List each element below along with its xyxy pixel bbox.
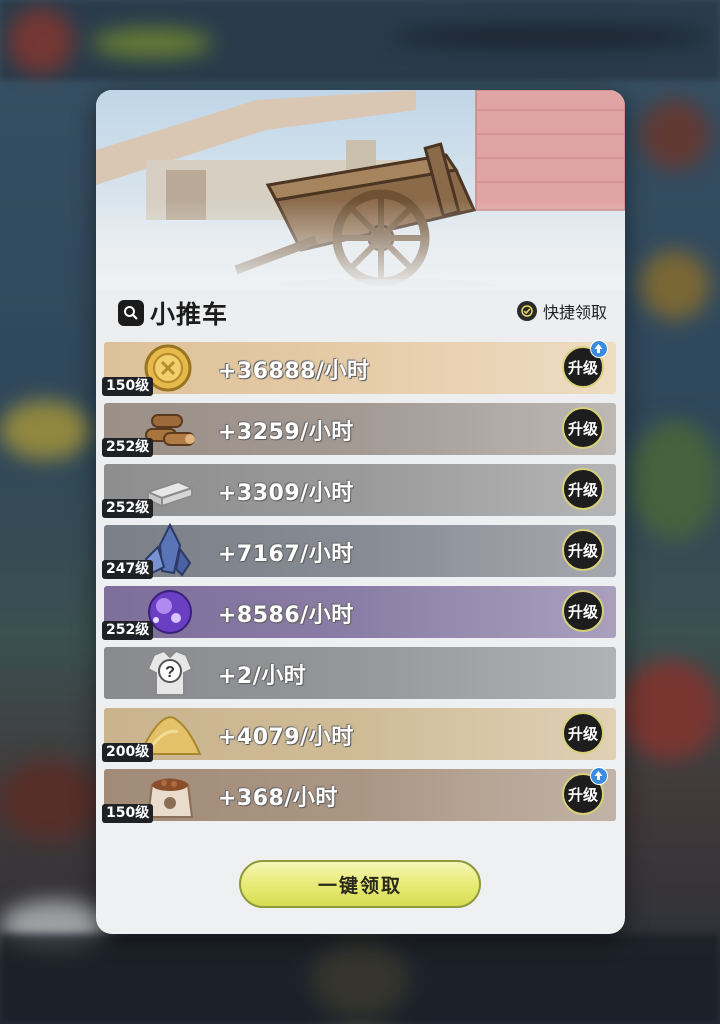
upgrade-button[interactable]: 升级 xyxy=(562,590,604,632)
panel-title: 小推车 xyxy=(118,295,228,331)
upgrade-label: 升级 xyxy=(567,602,598,621)
mystery-armor-icon: ? xyxy=(134,645,204,701)
resource-rate: +368/小时 xyxy=(218,786,338,811)
resource-list: 150级 +36888/小时 升级 252级 +3259/小时 升级 252级 +3309/小… xyxy=(102,340,616,830)
resource-rate: +3309/小时 xyxy=(218,481,354,506)
upgrade-button[interactable]: 升级 xyxy=(562,407,604,449)
resource-row: 150级 +368/小时 升级 xyxy=(102,767,616,823)
resource-rate: +8586/小时 xyxy=(218,603,354,628)
resource-rate: +4079/小时 xyxy=(218,725,354,750)
resource-row: 247级 +7167/小时 升级 xyxy=(102,522,616,579)
upgrade-available-icon xyxy=(590,767,608,785)
resource-level-badge: 247级 xyxy=(102,560,154,579)
panel-title-text: 小推车 xyxy=(150,300,229,329)
resource-row: ? +2/小时 xyxy=(104,647,616,699)
resource-level-badge: 252级 xyxy=(102,499,154,518)
upgrade-label: 升级 xyxy=(567,724,598,743)
cart-panel: 小推车 快捷领取 150级 +36888/小时 升级 252级 +3259/小时 升级 25… xyxy=(96,90,625,934)
resource-row: 150级 +36888/小时 升级 xyxy=(102,340,616,396)
resource-level-badge: 252级 xyxy=(102,438,154,457)
upgrade-available-icon xyxy=(590,340,608,358)
resource-row: 252级 +3309/小时 升级 xyxy=(102,464,616,518)
upgrade-button[interactable]: 升级 xyxy=(562,529,604,571)
quick-claim-label: 快捷领取 xyxy=(542,303,607,322)
resource-rate: +7167/小时 xyxy=(218,542,354,567)
upgrade-label: 升级 xyxy=(567,419,598,438)
resource-level-badge: 200级 xyxy=(102,743,154,762)
resource-rate: +2/小时 xyxy=(218,664,307,689)
resource-level-badge: 150级 xyxy=(102,377,154,396)
upgrade-label: 升级 xyxy=(567,785,598,804)
upgrade-button[interactable]: 升级 xyxy=(562,767,608,815)
upgrade-button[interactable]: 升级 xyxy=(562,712,604,754)
checkmark-icon xyxy=(516,301,537,321)
resource-rate: +3259/小时 xyxy=(218,420,354,445)
resource-level-badge: 252级 xyxy=(102,621,154,640)
resource-level-badge: 150级 xyxy=(102,804,154,823)
resource-row: 252级 +8586/小时 升级 xyxy=(102,586,616,640)
upgrade-label: 升级 xyxy=(567,541,598,560)
claim-all-button[interactable]: 一键领取 xyxy=(239,860,481,908)
svg-text:?: ? xyxy=(165,664,175,681)
resource-row: 200级 +4079/小时 升级 xyxy=(102,708,616,762)
resource-rate: +36888/小时 xyxy=(218,359,370,384)
quick-claim-toggle[interactable]: 快捷领取 xyxy=(516,299,607,323)
search-icon[interactable] xyxy=(118,300,144,326)
upgrade-label: 升级 xyxy=(567,480,598,499)
resource-row: 252级 +3259/小时 升级 xyxy=(102,403,616,457)
upgrade-button[interactable]: 升级 xyxy=(562,468,604,510)
cart-banner-illustration xyxy=(96,90,625,290)
upgrade-label: 升级 xyxy=(567,358,598,377)
upgrade-button[interactable]: 升级 xyxy=(562,340,608,388)
